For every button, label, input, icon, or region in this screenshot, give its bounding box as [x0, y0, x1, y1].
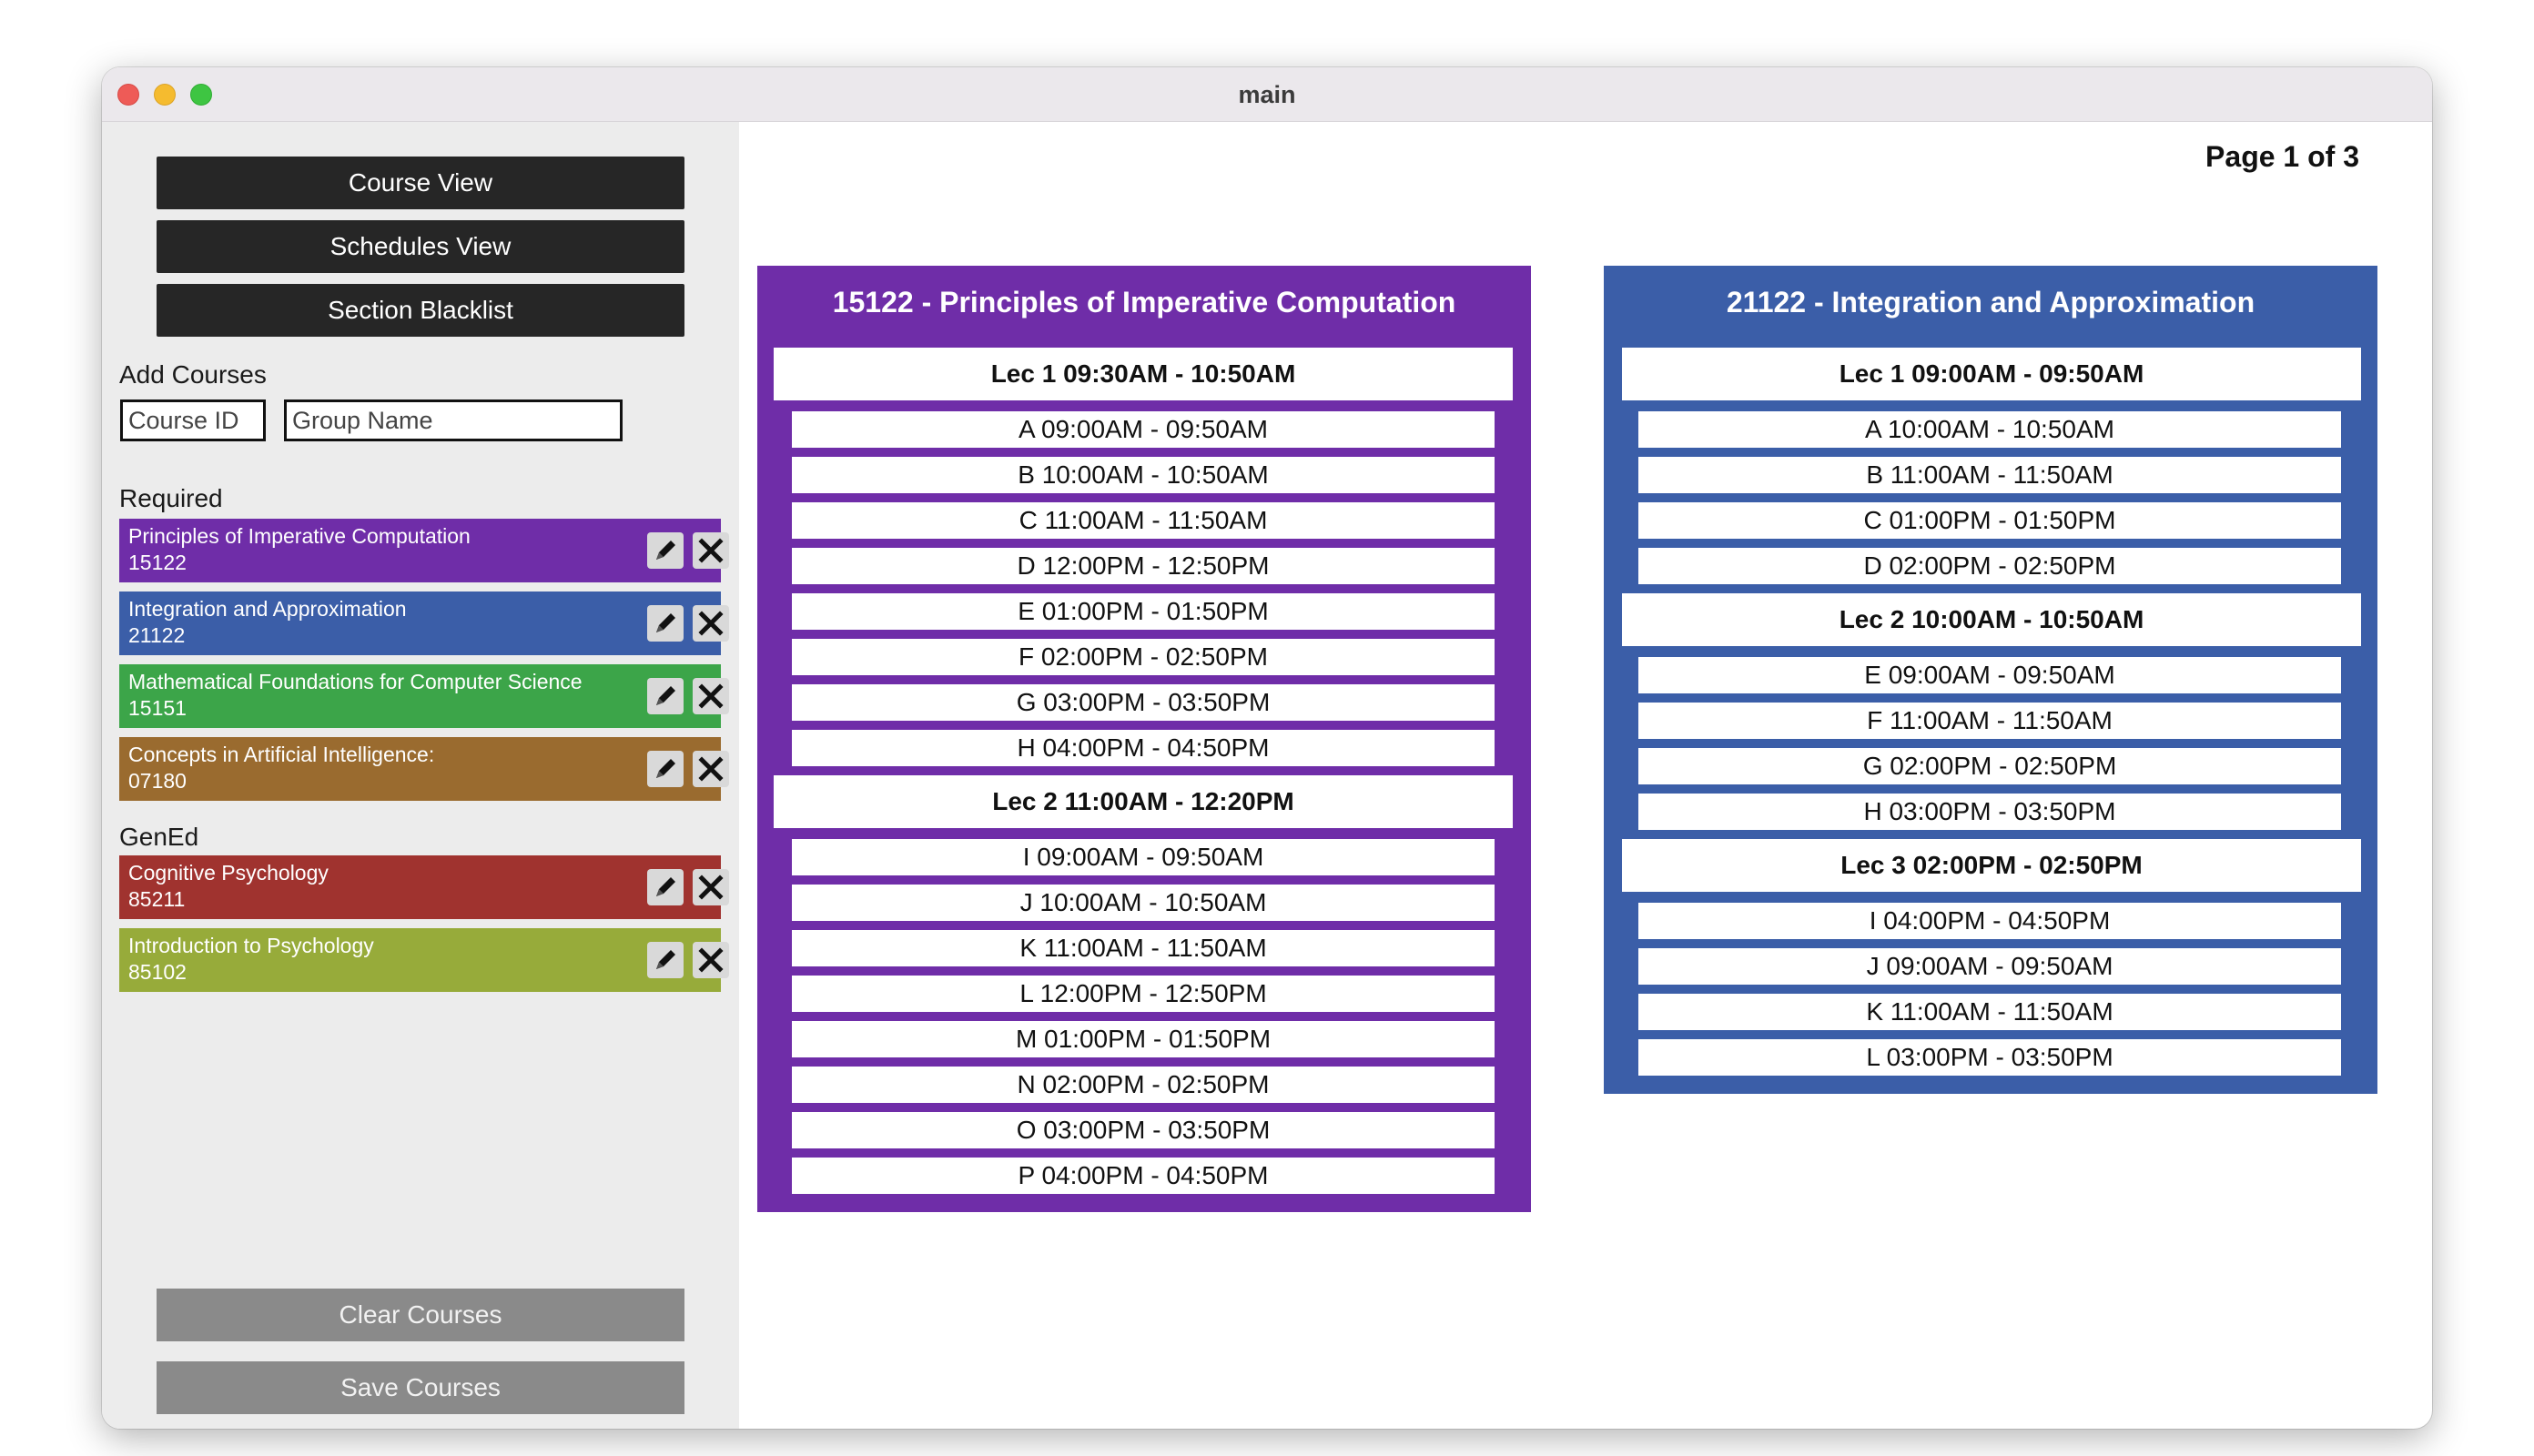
section-row[interactable]: G 03:00PM - 03:50PM — [792, 684, 1495, 721]
delete-course-button[interactable] — [693, 532, 729, 569]
edit-course-button[interactable] — [647, 751, 684, 787]
edit-course-button[interactable] — [647, 605, 684, 642]
title-bar: main — [102, 67, 2432, 122]
section-row[interactable]: I 09:00AM - 09:50AM — [792, 839, 1495, 875]
schedule-title: 21122 - Integration and Approximation — [1726, 286, 2255, 318]
course-name: Concepts in Artificial Intelligence: — [128, 743, 435, 766]
course-name: Cognitive Psychology — [128, 861, 329, 885]
section-row[interactable]: I 04:00PM - 04:50PM — [1638, 903, 2341, 939]
section-row[interactable]: J 09:00AM - 09:50AM — [1638, 948, 2341, 985]
section-row[interactable]: C 11:00AM - 11:50AM — [792, 502, 1495, 539]
section-row[interactable]: H 03:00PM - 03:50PM — [1638, 794, 2341, 830]
window-title: main — [1238, 81, 1296, 108]
close-icon — [698, 875, 724, 900]
close-icon — [698, 611, 724, 636]
close-icon — [698, 756, 724, 782]
course-id-input[interactable] — [120, 399, 266, 441]
edit-course-button[interactable] — [647, 532, 684, 569]
delete-course-button[interactable] — [693, 942, 729, 978]
save-courses-button[interactable]: Save Courses — [157, 1361, 684, 1414]
section-row[interactable]: F 11:00AM - 11:50AM — [1638, 703, 2341, 739]
pencil-icon — [656, 541, 675, 560]
delete-course-button[interactable] — [693, 605, 729, 642]
section-row[interactable]: M 01:00PM - 01:50PM — [792, 1021, 1495, 1057]
section-row[interactable]: O 03:00PM - 03:50PM — [792, 1112, 1495, 1148]
section-row[interactable]: K 11:00AM - 11:50AM — [1638, 994, 2341, 1030]
schedules-view-button[interactable]: Schedules View — [157, 220, 684, 273]
app-window: main Course View Schedules View Section … — [102, 67, 2432, 1429]
delete-course-button[interactable] — [693, 869, 729, 905]
section-row[interactable]: A 10:00AM - 10:50AM — [1638, 411, 2341, 448]
group-label-gened: GenEd — [119, 823, 199, 851]
section-row[interactable]: C 01:00PM - 01:50PM — [1638, 502, 2341, 539]
delete-course-button[interactable] — [693, 678, 729, 714]
section-row[interactable]: E 01:00PM - 01:50PM — [792, 593, 1495, 630]
lecture-row[interactable]: Lec 3 02:00PM - 02:50PM — [1622, 839, 2361, 892]
pencil-icon — [656, 877, 675, 896]
section-row[interactable]: L 03:00PM - 03:50PM — [1638, 1039, 2341, 1076]
section-row[interactable]: D 02:00PM - 02:50PM — [1638, 548, 2341, 584]
course-id: 15122 — [128, 551, 187, 574]
section-row[interactable]: B 10:00AM - 10:50AM — [792, 457, 1495, 493]
course-card-85211[interactable]: Cognitive Psychology 85211 — [119, 855, 729, 919]
section-row[interactable]: D 12:00PM - 12:50PM — [792, 548, 1495, 584]
clear-courses-button[interactable]: Clear Courses — [157, 1289, 684, 1341]
course-id: 07180 — [128, 769, 187, 793]
group-label-required: Required — [119, 484, 223, 512]
add-courses-label: Add Courses — [119, 360, 267, 389]
sidebar: Course View Schedules View Section Black… — [102, 122, 739, 1429]
section-row[interactable]: K 11:00AM - 11:50AM — [792, 930, 1495, 966]
lecture-row[interactable]: Lec 2 10:00AM - 10:50AM — [1622, 593, 2361, 646]
course-card-85102[interactable]: Introduction to Psychology 85102 — [119, 928, 729, 992]
close-icon — [698, 683, 724, 709]
course-name: Principles of Imperative Computation — [128, 524, 471, 548]
course-id: 15151 — [128, 696, 187, 720]
edit-course-button[interactable] — [647, 942, 684, 978]
course-card-15151[interactable]: Mathematical Foundations for Computer Sc… — [119, 664, 729, 728]
lecture-row[interactable]: Lec 1 09:00AM - 09:50AM — [1622, 348, 2361, 400]
edit-course-button[interactable] — [647, 869, 684, 905]
section-row[interactable]: P 04:00PM - 04:50PM — [792, 1158, 1495, 1194]
section-row[interactable]: N 02:00PM - 02:50PM — [792, 1067, 1495, 1103]
close-icon — [698, 947, 724, 973]
section-row[interactable]: L 12:00PM - 12:50PM — [792, 976, 1495, 1012]
section-blacklist-button[interactable]: Section Blacklist — [157, 284, 684, 337]
course-card-21122[interactable]: Integration and Approximation 21122 — [119, 592, 729, 655]
course-card-15122[interactable]: Principles of Imperative Computation 151… — [119, 519, 729, 582]
section-row[interactable]: J 10:00AM - 10:50AM — [792, 885, 1495, 921]
pencil-icon — [656, 759, 675, 778]
lecture-row[interactable]: Lec 2 11:00AM - 12:20PM — [774, 775, 1513, 828]
course-id: 21122 — [128, 623, 186, 647]
course-id: 85102 — [128, 960, 187, 984]
schedule-title: 15122 - Principles of Imperative Computa… — [832, 286, 1456, 318]
close-icon — [698, 538, 724, 563]
section-row[interactable]: H 04:00PM - 04:50PM — [792, 730, 1495, 766]
section-row[interactable]: A 09:00AM - 09:50AM — [792, 411, 1495, 448]
course-view-button[interactable]: Course View — [157, 157, 684, 209]
pencil-icon — [656, 686, 675, 705]
lecture-row[interactable]: Lec 1 09:30AM - 10:50AM — [774, 348, 1513, 400]
page-indicator: Page 1 of 3 — [2205, 140, 2359, 173]
pencil-icon — [656, 613, 675, 632]
schedule-panel: 21122 - Integration and Approximation Le… — [1604, 266, 2377, 1094]
section-row[interactable]: G 02:00PM - 02:50PM — [1638, 748, 2341, 784]
course-name: Introduction to Psychology — [128, 934, 374, 957]
section-row[interactable]: B 11:00AM - 11:50AM — [1638, 457, 2341, 493]
delete-course-button[interactable] — [693, 751, 729, 787]
course-id: 85211 — [128, 887, 186, 911]
pencil-icon — [656, 950, 675, 969]
course-name: Integration and Approximation — [128, 597, 407, 621]
group-name-input[interactable] — [284, 399, 623, 441]
section-row[interactable]: F 02:00PM - 02:50PM — [792, 639, 1495, 675]
edit-course-button[interactable] — [647, 678, 684, 714]
course-card-07180[interactable]: Concepts in Artificial Intelligence: 071… — [119, 737, 729, 801]
schedule-panel: 15122 - Principles of Imperative Computa… — [757, 266, 1531, 1212]
course-name: Mathematical Foundations for Computer Sc… — [128, 670, 583, 693]
section-row[interactable]: E 09:00AM - 09:50AM — [1638, 657, 2341, 693]
